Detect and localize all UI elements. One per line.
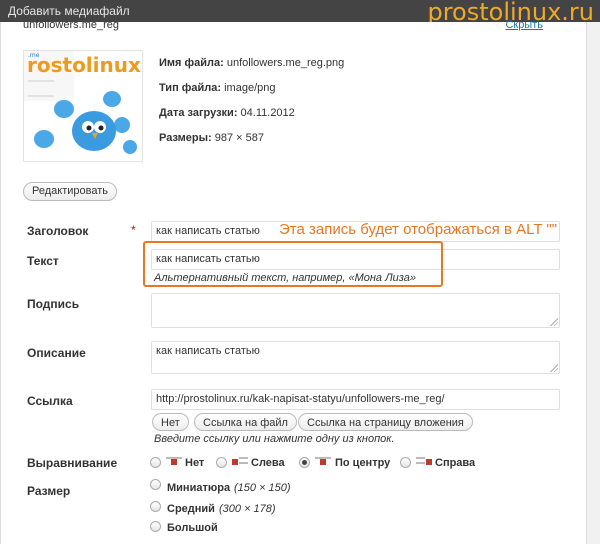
size-thumbnail-radio[interactable] (150, 479, 161, 490)
thumbnail-logo: rostolinux.ru (27, 53, 143, 77)
align-center-label[interactable]: По центру (335, 457, 390, 469)
annotation-text: Эта запись будет отображаться в ALT "" (279, 221, 558, 238)
align-right-radio[interactable] (400, 457, 411, 468)
annotation-highlight-box (143, 241, 443, 287)
link-url-input[interactable]: http://prostolinux.ru/kak-napisat-statyu… (151, 389, 560, 410)
alt-label: Текст (27, 254, 59, 268)
size-medium-radio[interactable] (150, 501, 161, 512)
dialog-title: Добавить медиафайл (8, 4, 130, 18)
caption-textarea[interactable] (151, 293, 560, 328)
size-thumbnail-dims: (150 × 150) (234, 482, 291, 494)
link-attachment-page-button[interactable]: Ссылка на страницу вложения (298, 413, 473, 431)
link-file-button[interactable]: Ссылка на файл (194, 413, 297, 431)
media-details-panel: unfollowers.me_reg Скрыть .me rostolinux… (0, 19, 587, 544)
link-label: Ссылка (27, 394, 73, 408)
size-medium-dims: (300 × 178) (219, 503, 276, 515)
align-right-label[interactable]: Справа (435, 457, 475, 469)
resize-grip-icon[interactable] (550, 318, 558, 326)
dimensions-row: Размеры: 987 × 587 (159, 132, 264, 144)
align-center-radio[interactable] (299, 457, 310, 468)
size-medium-label[interactable]: Средний (167, 503, 215, 515)
file-type-row: Тип файла: image/png (159, 82, 276, 94)
resize-grip-icon[interactable] (550, 364, 558, 372)
align-left-label[interactable]: Слева (251, 457, 285, 469)
file-header-name: unfollowers.me_reg (23, 19, 119, 31)
description-label: Описание (27, 346, 86, 360)
description-textarea[interactable]: как написать статью (151, 341, 560, 374)
upload-date-row: Дата загрузки: 04.11.2012 (159, 107, 295, 119)
link-hint: Введите ссылку или нажмите одну из кнопо… (154, 433, 395, 445)
vertical-scrollbar[interactable] (586, 22, 600, 544)
caption-label: Подпись (27, 297, 80, 311)
align-none-label[interactable]: Нет (185, 457, 204, 469)
size-large-label[interactable]: Большой (167, 522, 218, 534)
title-label: Заголовок (27, 224, 89, 238)
align-right-icon (416, 457, 432, 467)
link-none-button[interactable]: Нет (152, 413, 189, 431)
edit-image-button[interactable]: Редактировать (23, 182, 117, 201)
required-mark: * (131, 223, 136, 237)
size-thumbnail-label[interactable]: Миниатюра (167, 482, 230, 494)
alignment-label: Выравнивание (27, 456, 118, 470)
file-name-row: Имя файла: unfollowers.me_reg.png (159, 57, 345, 69)
align-center-icon (315, 457, 331, 467)
align-left-icon (232, 457, 248, 467)
image-thumbnail: .me rostolinux.ru (23, 50, 143, 162)
size-large-radio[interactable] (150, 521, 161, 532)
hide-link[interactable]: Скрыть (505, 19, 543, 31)
align-left-radio[interactable] (216, 457, 227, 468)
align-none-radio[interactable] (150, 457, 161, 468)
align-none-icon (166, 457, 182, 467)
size-label: Размер (27, 484, 71, 498)
